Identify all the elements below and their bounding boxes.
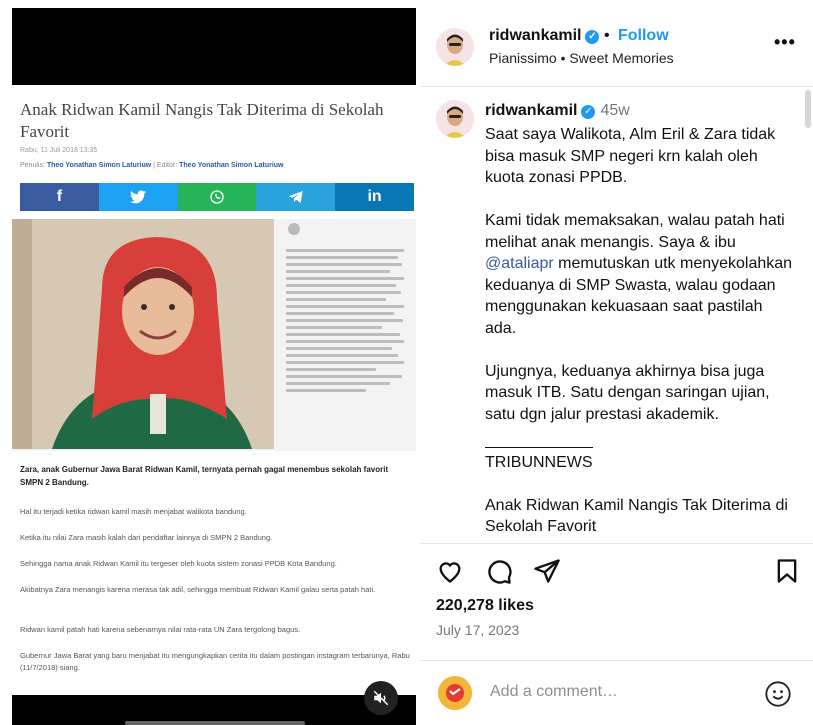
article-paragraph: Sehingga nama anak Ridwan Kamil itu terg…: [20, 559, 337, 568]
add-comment-input[interactable]: Add a comment…: [490, 683, 618, 701]
article-paragraph: Ridwan kamil patah hati karena sebenarny…: [20, 625, 301, 634]
article-lead: Zara, anak Gubernur Jawa Barat Ridwan Ka…: [20, 465, 389, 487]
share-paper-plane-icon[interactable]: [533, 557, 561, 585]
caption-rule: [485, 446, 593, 448]
caption-avatar[interactable]: [436, 100, 474, 138]
video-progress-bar[interactable]: [125, 721, 305, 725]
audio-track-link[interactable]: Pianissimo • Sweet Memories: [489, 50, 674, 66]
follow-button[interactable]: Follow: [618, 27, 669, 44]
comment-bubble-icon[interactable]: [485, 557, 513, 585]
mention-link[interactable]: @ataliapr: [485, 255, 554, 272]
embed-caption-lines: [286, 249, 406, 399]
post-date[interactable]: July 17, 2023: [436, 622, 519, 638]
emoji-picker-icon[interactable]: [764, 680, 792, 708]
dot-separator: •: [603, 27, 614, 44]
verified-badge-icon: ✓: [581, 105, 596, 119]
linkedin-icon: in: [335, 183, 414, 211]
bookmark-save-icon[interactable]: [773, 557, 801, 585]
twitter-icon: [98, 183, 178, 211]
editor-prefix: | Editor:: [153, 162, 178, 169]
speaker-muted-icon: [373, 690, 389, 706]
caption-source: TRIBUNNEWS: [485, 453, 593, 471]
more-options-icon[interactable]: •••: [774, 32, 796, 53]
instagram-post-window: Anak Ridwan Kamil Nangis Tak Diterima di…: [0, 0, 813, 725]
header-username[interactable]: ridwankamil ✓ • Follow: [489, 27, 669, 45]
caption-username[interactable]: ridwankamil: [485, 102, 577, 119]
verified-badge-icon: ✓: [585, 30, 600, 44]
telegram-icon: [256, 183, 336, 211]
caption-paragraph: Anak Ridwan Kamil Nangis Tak Diterima di…: [485, 496, 788, 536]
like-heart-icon[interactable]: [436, 557, 464, 585]
share-bar: f in: [20, 183, 414, 211]
article-paragraph: Ketika itu nilai Zara masih kalah dari p…: [20, 533, 273, 542]
article-title: Anak Ridwan Kamil Nangis Tak Diterima di…: [20, 100, 384, 141]
article-paragraph: Gubernur Jawa Barat yang baru menjabat i…: [20, 651, 410, 672]
byline-prefix: Penulis:: [20, 162, 45, 169]
article-paragraph: Akibatnya Zara menangis karena merasa ta…: [20, 585, 376, 594]
caption-timestamp[interactable]: 45w: [600, 102, 629, 119]
article-author: Theo Yonathan Simon Laturiuw: [46, 162, 152, 169]
post-media-video[interactable]: Anak Ridwan Kamil Nangis Tak Diterima di…: [12, 8, 416, 725]
caption-header: ridwankamil ✓ 45w: [485, 102, 630, 120]
viewer-avatar: [438, 676, 472, 710]
embed-avatar: [288, 223, 300, 235]
girl-photo: [12, 219, 274, 449]
caption-text: Saat saya Walikota, Alm Eril & Zara tida…: [485, 124, 795, 541]
article-date: Rabu, 11 Juli 2018 13:35: [20, 147, 98, 154]
caption-paragraph: Kami tidak memaksakan, walau patah hati …: [485, 210, 795, 339]
divider: [420, 660, 813, 661]
likes-count[interactable]: 220,278 likes: [436, 597, 534, 615]
caption-scrollbar[interactable]: [805, 90, 811, 128]
news-article-screenshot: Anak Ridwan Kamil Nangis Tak Diterima di…: [12, 85, 416, 695]
article-editor: Theo Yonathan Simon Laturiuw: [179, 162, 284, 169]
facebook-icon: f: [20, 183, 99, 211]
caption-paragraph: Ujungnya, keduanya akhirnya bisa juga ma…: [485, 362, 770, 423]
mute-toggle-button[interactable]: [364, 681, 398, 715]
instagram-embed: [12, 219, 416, 451]
article-byline: Penulis: Theo Yonathan Simon Laturiuw | …: [20, 162, 283, 169]
divider: [420, 86, 813, 87]
embed-header: [288, 223, 416, 239]
caption-text-span: Kami tidak memaksakan, walau patah hati …: [485, 212, 785, 251]
whatsapp-icon: [177, 183, 257, 211]
article-paragraph: Hal itu terjadi ketika ridwan kamil masi…: [20, 507, 247, 516]
username-text[interactable]: ridwankamil: [489, 27, 581, 44]
caption-paragraph: Saat saya Walikota, Alm Eril & Zara tida…: [485, 126, 776, 186]
author-avatar[interactable]: [436, 28, 474, 66]
divider: [420, 543, 813, 544]
